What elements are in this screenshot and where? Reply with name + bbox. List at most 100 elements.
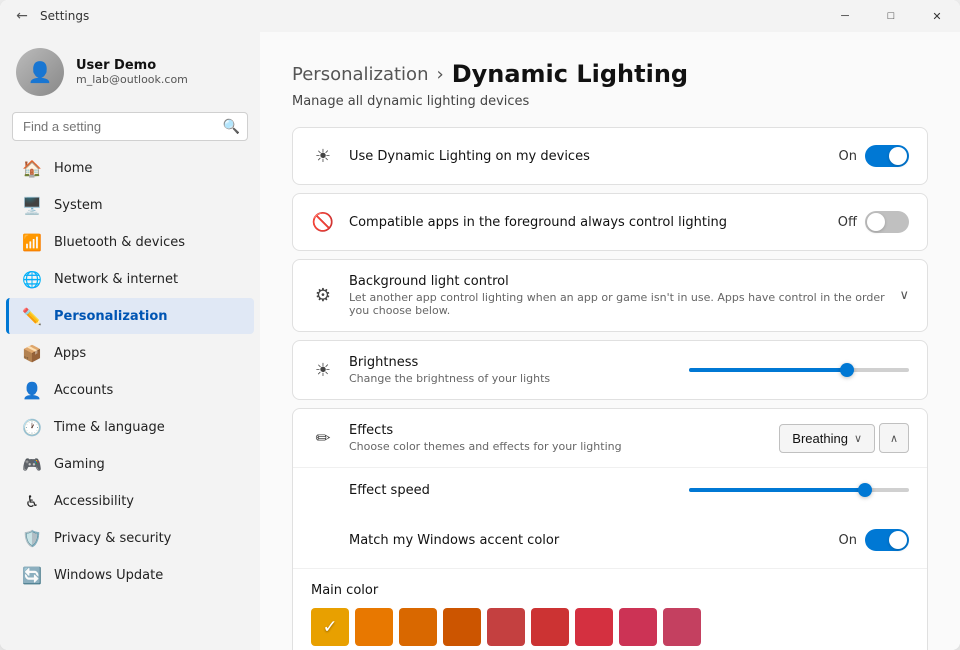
- sidebar-item-time[interactable]: 🕐 Time & language: [6, 409, 254, 445]
- dynamic-lighting-toggle-label: On: [839, 149, 857, 164]
- back-button[interactable]: ←: [12, 6, 32, 26]
- effects-dropdown-button[interactable]: Breathing ∨: [779, 424, 875, 453]
- sidebar-item-home-label: Home: [54, 161, 92, 176]
- effect-speed-slider-track[interactable]: [689, 488, 909, 492]
- sun-icon: ☀: [311, 144, 335, 168]
- effects-control: Breathing ∨ ∧: [779, 423, 909, 453]
- sidebar-item-personalization[interactable]: ✏️ Personalization: [6, 298, 254, 334]
- sidebar-item-personalization-label: Personalization: [54, 309, 168, 324]
- breadcrumb-separator: ›: [436, 64, 443, 85]
- color-swatch[interactable]: [399, 608, 437, 646]
- page-subtitle: Manage all dynamic lighting devices: [292, 94, 928, 109]
- color-row-1: [311, 608, 909, 646]
- effects-dropdown-value: Breathing: [792, 431, 848, 446]
- sidebar-item-network-label: Network & internet: [54, 272, 178, 287]
- effects-icon: ✏: [311, 426, 335, 450]
- sidebar-item-system[interactable]: 🖥️ System: [6, 187, 254, 223]
- sidebar-item-accessibility[interactable]: ♿ Accessibility: [6, 483, 254, 519]
- accent-color-text: Match my Windows accent color: [349, 533, 825, 548]
- brightness-slider-track[interactable]: [689, 368, 909, 372]
- dynamic-lighting-text: Use Dynamic Lighting on my devices: [349, 149, 825, 164]
- close-button[interactable]: ✕: [914, 0, 960, 32]
- accent-color-label: Match my Windows accent color: [349, 533, 825, 548]
- effect-speed-slider-container: [689, 488, 909, 492]
- brightness-text: Brightness Change the brightness of your…: [349, 355, 675, 385]
- avatar: 👤: [16, 48, 64, 96]
- effect-speed-label: Effect speed: [349, 483, 675, 498]
- dynamic-lighting-toggle[interactable]: [865, 145, 909, 167]
- compatible-apps-toggle[interactable]: [865, 211, 909, 233]
- sidebar-item-privacy[interactable]: 🛡️ Privacy & security: [6, 520, 254, 556]
- sidebar-item-home[interactable]: 🏠 Home: [6, 150, 254, 186]
- sidebar-item-update[interactable]: 🔄 Windows Update: [6, 557, 254, 593]
- dynamic-lighting-control: On: [839, 145, 909, 167]
- toggle-thumb-3: [889, 531, 907, 549]
- sidebar-item-bluetooth-label: Bluetooth & devices: [54, 235, 185, 250]
- system-icon: 🖥️: [22, 195, 42, 215]
- sidebar-item-gaming-label: Gaming: [54, 457, 105, 472]
- speed-icon: [311, 478, 335, 502]
- compatible-apps-text: Compatible apps in the foreground always…: [349, 215, 824, 230]
- user-name: User Demo: [76, 58, 188, 73]
- effects-row: ✏ Effects Choose color themes and effect…: [293, 409, 927, 467]
- compatible-apps-control: Off: [838, 211, 909, 233]
- brightness-slider-fill: [689, 368, 847, 372]
- color-swatch[interactable]: [487, 608, 525, 646]
- brightness-label: Brightness: [349, 355, 675, 370]
- user-info: User Demo m_lab@outlook.com: [76, 58, 188, 86]
- color-grid: [311, 608, 909, 650]
- personalization-icon: ✏️: [22, 306, 42, 326]
- background-light-card: ⚙ Background light control Let another a…: [292, 259, 928, 332]
- sidebar-item-accessibility-label: Accessibility: [54, 494, 134, 509]
- color-swatch[interactable]: [531, 608, 569, 646]
- color-swatch[interactable]: [619, 608, 657, 646]
- effect-speed-slider-fill: [689, 488, 865, 492]
- sidebar-item-update-label: Windows Update: [54, 568, 163, 583]
- effect-speed-slider-thumb[interactable]: [858, 483, 872, 497]
- chevron-down-icon: ∨: [854, 432, 862, 445]
- background-light-header[interactable]: ⚙ Background light control Let another a…: [293, 260, 927, 331]
- breadcrumb: Personalization › Dynamic Lighting: [292, 60, 928, 88]
- accent-color-toggle[interactable]: [865, 529, 909, 551]
- search-box: 🔍: [12, 112, 248, 141]
- accent-icon: [311, 528, 335, 552]
- sidebar-item-accounts[interactable]: 👤 Accounts: [6, 372, 254, 408]
- sidebar-item-accounts-label: Accounts: [54, 383, 113, 398]
- color-swatch[interactable]: [355, 608, 393, 646]
- sidebar-item-network[interactable]: 🌐 Network & internet: [6, 261, 254, 297]
- sidebar: 👤 User Demo m_lab@outlook.com 🔍 🏠 Home 🖥…: [0, 32, 260, 650]
- effects-expand-button[interactable]: ∧: [879, 423, 909, 453]
- gear-icon: ⚙: [311, 284, 335, 308]
- accent-color-toggle-label: On: [839, 533, 857, 548]
- effect-speed-row: Effect speed: [293, 467, 927, 512]
- user-panel: 👤 User Demo m_lab@outlook.com: [0, 32, 260, 108]
- bluetooth-icon: 📶: [22, 232, 42, 252]
- dynamic-lighting-row: ☀ Use Dynamic Lighting on my devices On: [293, 128, 927, 184]
- color-swatch[interactable]: [575, 608, 613, 646]
- network-icon: 🌐: [22, 269, 42, 289]
- sidebar-item-gaming[interactable]: 🎮 Gaming: [6, 446, 254, 482]
- expand-chevron-icon: ∨: [899, 288, 909, 303]
- maximize-button[interactable]: □: [868, 0, 914, 32]
- color-swatch[interactable]: [311, 608, 349, 646]
- titlebar: ← Settings ─ □ ✕: [0, 0, 960, 32]
- toggle-thumb-2: [867, 213, 885, 231]
- brightness-slider-thumb[interactable]: [840, 363, 854, 377]
- sidebar-item-apps-label: Apps: [54, 346, 86, 361]
- sidebar-item-time-label: Time & language: [54, 420, 165, 435]
- brightness-card: ☀ Brightness Change the brightness of yo…: [292, 340, 928, 400]
- sidebar-item-apps[interactable]: 📦 Apps: [6, 335, 254, 371]
- compatible-apps-toggle-label: Off: [838, 215, 857, 230]
- breadcrumb-parent[interactable]: Personalization: [292, 64, 428, 85]
- color-swatch[interactable]: [663, 608, 701, 646]
- breadcrumb-current: Dynamic Lighting: [452, 60, 688, 88]
- accent-color-control: On: [839, 529, 909, 551]
- color-swatch[interactable]: [443, 608, 481, 646]
- compatible-apps-card: 🚫 Compatible apps in the foreground alwa…: [292, 193, 928, 251]
- update-icon: 🔄: [22, 565, 42, 585]
- sidebar-item-bluetooth[interactable]: 📶 Bluetooth & devices: [6, 224, 254, 260]
- effects-desc: Choose color themes and effects for your…: [349, 440, 765, 453]
- search-input[interactable]: [12, 112, 248, 141]
- background-light-desc: Let another app control lighting when an…: [349, 291, 885, 317]
- minimize-button[interactable]: ─: [822, 0, 868, 32]
